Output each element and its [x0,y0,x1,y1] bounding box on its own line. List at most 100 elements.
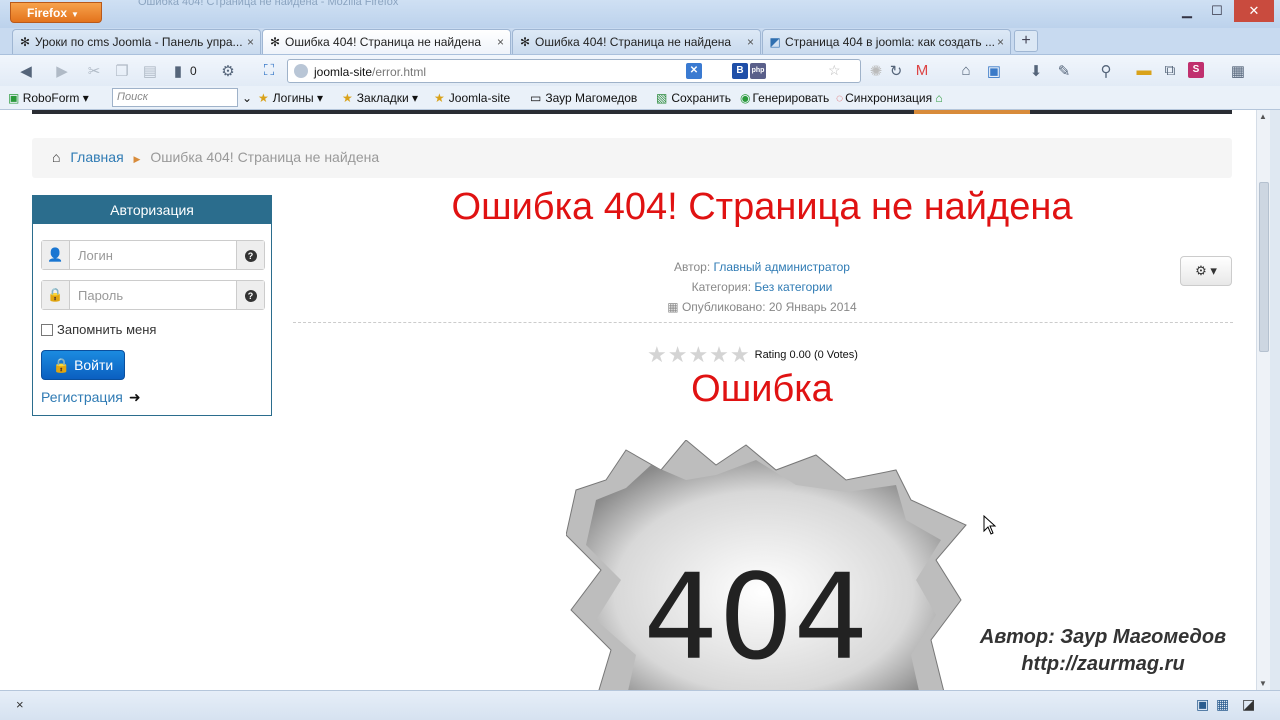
tab-joomla-admin[interactable]: ✻ Уроки по cms Joomla - Панель упра... × [12,29,261,54]
roboform-menu[interactable]: ▣ RoboForm ▾ [8,91,89,105]
home-icon: ⌂ [52,149,61,165]
navigation-toolbar: ◀ ▶ ✂ ❐ ▤ ▮ 0 ⚙ ⛶ joomla-site/error.html… [0,54,1280,86]
gmail-icon[interactable]: M [912,62,932,79]
chevron-down-icon[interactable]: ⌄ [242,91,252,105]
tab-page-404-joomla[interactable]: ◩ Страница 404 в joomla: как создать ...… [762,29,1011,54]
login-button[interactable]: 🔒 Войти [41,350,125,380]
address-bar[interactable]: joomla-site/error.html ✕ B php ☆ [287,59,861,83]
copy-icon[interactable]: ❐ [112,62,132,80]
signal-icon[interactable]: ▮ [168,62,188,80]
mouse-cursor-icon [983,515,997,535]
login-header: Авторизация [33,196,271,224]
window-titlebar: Ошибка 404! Страница не найдена - Mozill… [0,0,1280,28]
resize-grip-icon[interactable]: ◪ [1242,696,1255,713]
settings-gear-icon[interactable]: ⚙ [218,62,238,80]
article-options-gear-button[interactable]: ⚙ ▾ [1180,256,1232,286]
article-rating: ★★★★★ Rating 0.00 (0 Votes) [647,342,858,367]
page-viewport: ⌂ Главная ▶ Ошибка 404! Страница не найд… [0,110,1256,690]
breadcrumb-current: Ошибка 404! Страница не найдена [150,149,380,165]
scrollbar-thumb[interactable] [1259,182,1269,352]
grid-status-icon[interactable]: ▦ [1216,696,1229,713]
login-module: Авторизация 👤 Логин ? 🔒 Пароль ? Запомни… [32,195,272,416]
php-extension-icon[interactable]: php [750,63,766,79]
password-help-icon[interactable]: ? [236,281,264,309]
error-heading: Ошибка [691,368,833,410]
maximize-button[interactable]: ☐ [1202,0,1232,22]
article-author: Автор: Главный администратор [674,260,850,274]
close-window-button[interactable]: ✕ [1234,0,1274,22]
home-icon[interactable]: ⌂ [956,62,976,79]
scroll-down-icon[interactable]: ▼ [1259,679,1267,688]
tab-label: Ошибка 404! Страница не найдена [285,35,482,49]
addon-status-icon[interactable]: ▣ [1196,696,1209,713]
checkbox-icon[interactable] [41,324,53,336]
addon-icon[interactable]: ▣ [984,62,1004,80]
bookmark-bookmarks[interactable]: ★ Закладки ▾ [342,91,418,105]
window-title: Ошибка 404! Страница не найдена - Mozill… [138,0,399,8]
scroll-up-icon[interactable]: ▲ [1259,112,1267,121]
bookmark-sync[interactable]: ◌ Синхронизация ⌂ [836,91,943,105]
menu-icon[interactable]: ▦ [1228,62,1248,80]
extension-icon[interactable]: ✕ [686,63,702,79]
error-code-text: 404 [643,548,868,686]
site-icon: ◩ [769,35,781,49]
joomla-icon: ✻ [519,35,531,49]
breadcrumb-home-link[interactable]: Главная [70,149,123,165]
bookmark-star-icon[interactable]: ☆ [828,62,841,79]
screenshot-icon[interactable]: ⧉ [1160,62,1180,79]
active-menu-indicator [914,110,1030,114]
globe-icon [294,64,308,78]
s-extension-icon[interactable]: S [1188,62,1204,78]
cut-icon[interactable]: ✂ [84,62,104,80]
close-tab-icon[interactable]: × [247,35,254,49]
article-category: Категория: Без категории [691,280,833,294]
watermark-author: Автор: Заур Магомедов [979,626,1227,648]
b-extension-icon[interactable]: B [732,63,748,79]
paste-icon[interactable]: ▤ [140,62,160,80]
tools-icon[interactable]: ✎ [1054,62,1074,80]
close-tab-icon[interactable]: × [497,35,504,49]
tab-label: Уроки по cms Joomla - Панель упра... [35,35,243,49]
bookmark-joomla-site[interactable]: ★ Joomla-site [434,91,510,105]
tab-error-404[interactable]: ✻ Ошибка 404! Страница не найдена × [512,29,761,54]
reload-icon[interactable]: ↻ [886,62,906,80]
sitemap-icon[interactable]: ⛶ [259,62,279,79]
firefox-menu-button[interactable]: Firefox ▼ [10,2,102,23]
vertical-scrollbar[interactable]: ▲ ▼ [1256,110,1270,690]
rating-stars-icon[interactable]: ★★★★★ [647,342,751,367]
tab-label: Ошибка 404! Страница не найдена [535,35,732,49]
loading-icon: ✺ [869,63,883,80]
username-field[interactable]: 👤 Логин ? [41,240,265,270]
close-tab-icon[interactable]: × [747,35,754,49]
article-title: Ошибка 404! Страница не найдена [451,186,1073,228]
new-tab-button[interactable]: + [1014,30,1038,52]
category-link[interactable]: Без категории [754,280,832,294]
bookmark-zaur[interactable]: ▭ Заур Магомедов [530,91,637,105]
username-help-icon[interactable]: ? [236,241,264,269]
roboform-search-input[interactable]: Поиск [112,88,238,107]
watermark-url: http://zaurmag.ru [1021,653,1185,675]
status-bar: × ▣ ▦ ◪ [0,690,1280,720]
author-watermark: Автор: Заур Магомедов http://zaurmag.ru [978,624,1228,678]
remember-me-checkbox[interactable]: Запомнить меня [41,322,156,337]
close-addon-bar-icon[interactable]: × [16,697,24,712]
close-tab-icon[interactable]: × [997,35,1004,49]
bookmarks-toolbar: ▣ RoboForm ▾ Поиск ⌄ ★ Логины ▾ ★ Закладки… [0,86,1280,110]
download-icon[interactable]: ⬇ [1026,62,1046,80]
tab-error-404-active[interactable]: ✻ Ошибка 404! Страница не найдена × [262,29,511,55]
bookmark-save[interactable]: ▧ Сохранить [656,91,731,105]
counter-value: 0 [190,64,197,78]
forward-icon[interactable]: ▶ [52,62,72,80]
url-host: joomla-site [314,65,373,79]
password-field[interactable]: 🔒 Пароль ? [41,280,265,310]
tab-strip: ✻ Уроки по cms Joomla - Панель упра... ×… [0,28,1280,55]
bookmark-logins[interactable]: ★ Логины ▾ [258,91,323,105]
register-link[interactable]: Регистрация ➜ [41,389,141,406]
back-icon[interactable]: ◀ [16,62,36,80]
author-link[interactable]: Главный администратор [714,260,850,274]
folder-icon[interactable]: ▬ [1134,62,1154,79]
bookmark-generate[interactable]: ◉ Генерировать [740,91,829,105]
minimize-button[interactable]: ▁ [1172,0,1202,22]
user-icon: 👤 [42,241,70,269]
pipette-icon[interactable]: ⚲ [1096,62,1116,80]
